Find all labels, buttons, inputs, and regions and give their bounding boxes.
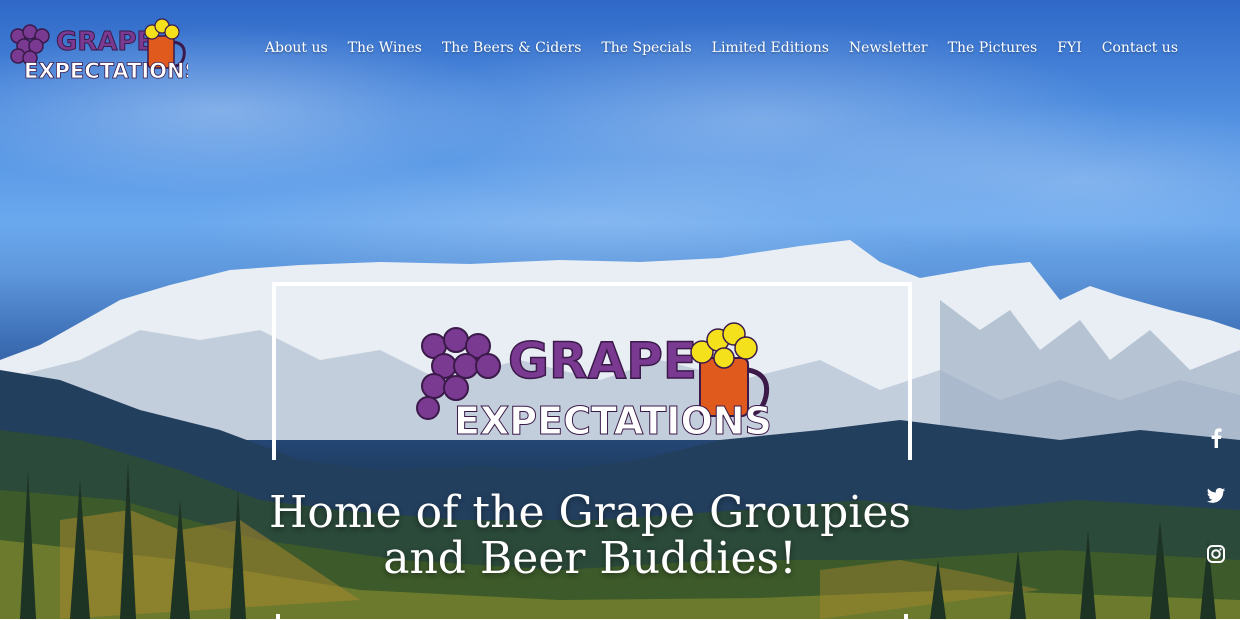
svg-text:GRAPE: GRAPE <box>56 27 154 57</box>
nav-newsletter[interactable]: Newsletter <box>849 40 928 56</box>
instagram-icon[interactable] <box>1206 544 1226 564</box>
facebook-icon[interactable] <box>1206 428 1226 448</box>
nav-about-us[interactable]: About us <box>265 40 328 56</box>
nav-the-beers-ciders[interactable]: The Beers & Ciders <box>442 40 582 56</box>
nav-the-specials[interactable]: The Specials <box>601 40 691 56</box>
nav-the-pictures[interactable]: The Pictures <box>948 40 1038 56</box>
hero-frame-corner-left <box>276 614 280 620</box>
site-logo[interactable]: GRAPE EXPECTATIONS <box>6 18 188 86</box>
nav-limited-editions[interactable]: Limited Editions <box>712 40 829 56</box>
social-links <box>1206 428 1226 564</box>
hero-logo: GRAPE EXPECTATIONS <box>416 322 772 444</box>
site-header: GRAPE EXPECTATIONS About us The Wines Th… <box>0 0 1240 100</box>
twitter-icon[interactable] <box>1206 486 1226 506</box>
svg-text:EXPECTATIONS: EXPECTATIONS <box>24 59 188 83</box>
hero-logo-word-expectations: EXPECTATIONS <box>454 399 772 443</box>
hero-frame-corner-right <box>904 614 908 620</box>
hero-headline: Home of the Grape Groupies and Beer Budd… <box>220 487 960 585</box>
nav-fyi[interactable]: FYI <box>1057 40 1082 56</box>
nav-contact-us[interactable]: Contact us <box>1102 40 1178 56</box>
main-navigation: About us The Wines The Beers & Ciders Th… <box>265 40 1178 56</box>
hero-logo-word-grape: GRAPE <box>508 332 697 390</box>
hero-headline-line1: Home of the Grape Groupies <box>269 487 911 538</box>
nav-the-wines[interactable]: The Wines <box>348 40 422 56</box>
hero-headline-line2: and Beer Buddies! <box>383 533 797 585</box>
